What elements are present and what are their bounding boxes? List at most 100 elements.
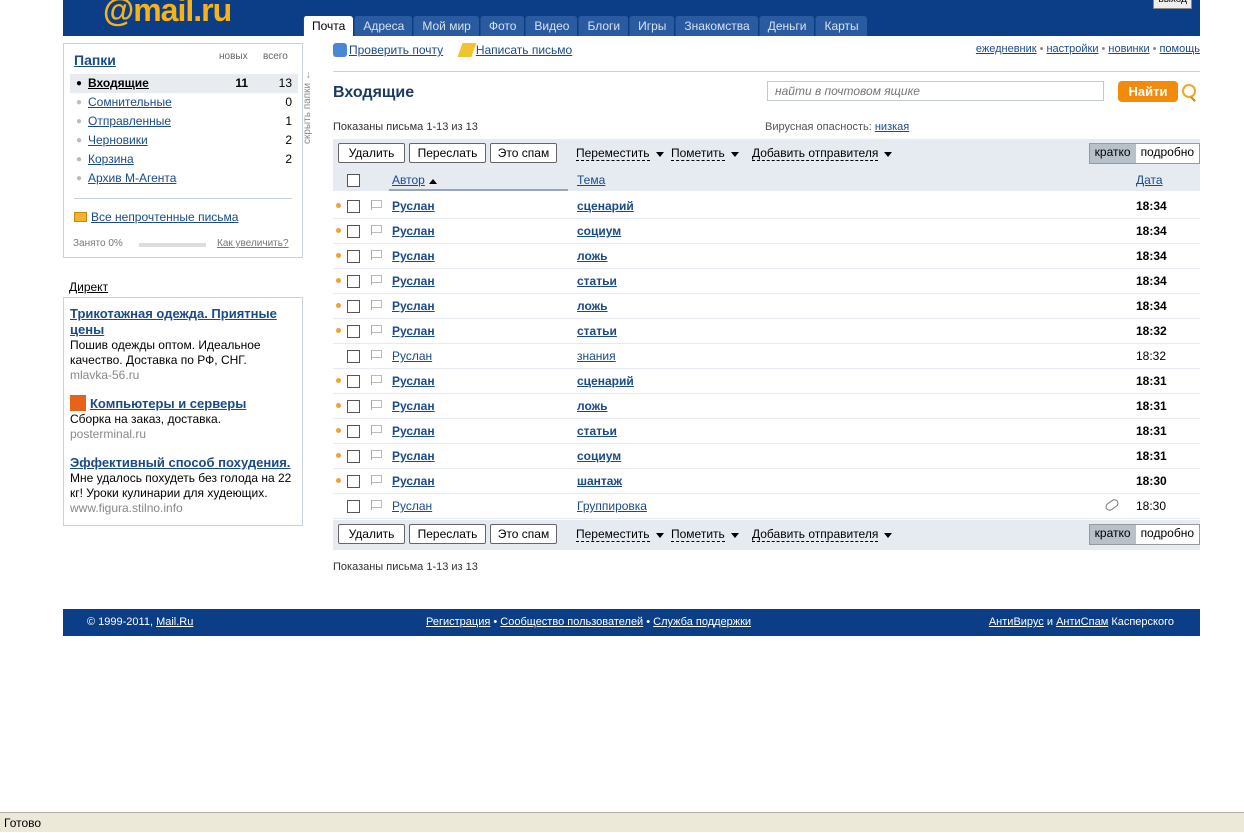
flag-icon[interactable] xyxy=(371,425,382,435)
row-checkbox[interactable] xyxy=(347,200,360,213)
message-subject[interactable]: сценарий xyxy=(577,374,634,388)
table-row[interactable]: Руслан социум 18:34 xyxy=(333,219,1200,244)
spam-button[interactable]: Это спам xyxy=(490,524,557,544)
sort-subject[interactable]: Тема xyxy=(577,173,605,187)
folder-trash[interactable]: ● Корзина 2 xyxy=(70,150,298,169)
folder-name[interactable]: Черновики xyxy=(88,131,148,150)
antispam-link[interactable]: АнтиСпам xyxy=(1056,616,1108,628)
ad-headline[interactable]: Трикотажная одежда. Приятные цены xyxy=(70,306,298,338)
folder-suspicious[interactable]: ● Сомнительные 0 xyxy=(70,93,298,112)
row-checkbox[interactable] xyxy=(347,425,360,438)
view-short[interactable]: кратко xyxy=(1089,144,1136,163)
hide-folders-toggle[interactable]: скрыть папки ← xyxy=(302,55,318,160)
flag-icon[interactable] xyxy=(371,475,382,485)
flag-icon[interactable] xyxy=(371,400,382,410)
mark-dropdown[interactable]: Пометить xyxy=(671,147,739,161)
select-all-checkbox[interactable] xyxy=(347,174,360,187)
table-row[interactable]: Руслан знания 18:32 xyxy=(333,344,1200,369)
tab-maps[interactable]: Карты xyxy=(815,16,867,36)
folder-agent-archive[interactable]: ● Архив М-Агента xyxy=(70,169,298,188)
folder-name[interactable]: Архив М-Агента xyxy=(88,169,176,188)
increase-storage-link[interactable]: Как увеличить? xyxy=(217,238,289,249)
message-subject[interactable]: ложь xyxy=(577,299,608,313)
tab-video[interactable]: Видео xyxy=(525,16,578,36)
write-letter-link[interactable]: Написать письмо xyxy=(476,43,572,57)
message-sender[interactable]: Руслан xyxy=(392,474,435,488)
table-row[interactable]: Руслан ложь 18:34 xyxy=(333,244,1200,269)
message-subject[interactable]: ложь xyxy=(577,249,608,263)
check-mail-link[interactable]: Проверить почту xyxy=(349,43,443,57)
message-sender[interactable]: Руслан xyxy=(392,249,435,263)
tab-games[interactable]: Игры xyxy=(629,16,675,36)
search-input[interactable] xyxy=(767,81,1104,101)
row-checkbox[interactable] xyxy=(347,275,360,288)
tab-dating[interactable]: Знакомства xyxy=(675,16,758,36)
row-checkbox[interactable] xyxy=(347,400,360,413)
move-dropdown[interactable]: Переместить xyxy=(576,147,663,161)
all-unread-link[interactable]: Все непрочтенные письма xyxy=(74,210,238,224)
forward-button[interactable]: Переслать xyxy=(409,143,486,163)
settings-link[interactable]: настройки xyxy=(1046,43,1098,55)
sort-date[interactable]: Дата xyxy=(1136,173,1163,187)
message-sender[interactable]: Руслан xyxy=(392,324,435,338)
registration-link[interactable]: Регистрация xyxy=(426,616,490,628)
row-checkbox[interactable] xyxy=(347,300,360,313)
message-subject[interactable]: статьи xyxy=(577,424,617,438)
flag-icon[interactable] xyxy=(371,375,382,385)
tab-money[interactable]: Деньги xyxy=(758,16,815,36)
folder-name[interactable]: Сомнительные xyxy=(88,93,172,112)
table-row[interactable]: Руслан сценарий 18:34 xyxy=(333,194,1200,219)
message-subject[interactable]: социум xyxy=(577,224,621,238)
delete-button[interactable]: Удалить xyxy=(338,524,405,544)
folder-sent[interactable]: ● Отправленные 1 xyxy=(70,112,298,131)
folder-name[interactable]: Отправленные xyxy=(88,112,171,131)
table-row[interactable]: Руслан социум 18:31 xyxy=(333,444,1200,469)
view-detailed[interactable]: подробно xyxy=(1136,144,1199,163)
message-subject[interactable]: сценарий xyxy=(577,199,634,213)
row-checkbox[interactable] xyxy=(347,225,360,238)
flag-icon[interactable] xyxy=(371,275,382,285)
message-subject[interactable]: статьи xyxy=(577,324,617,338)
folder-inbox[interactable]: ● Входящие 11 13 xyxy=(70,74,298,93)
message-sender[interactable]: Руслан xyxy=(392,499,432,513)
message-sender[interactable]: Руслан xyxy=(392,274,435,288)
message-sender[interactable]: Руслан xyxy=(392,299,435,313)
flag-icon[interactable] xyxy=(371,300,382,310)
message-sender[interactable]: Руслан xyxy=(392,374,435,388)
antivirus-link[interactable]: АнтиВирус xyxy=(989,616,1044,628)
message-sender[interactable]: Руслан xyxy=(392,199,435,213)
message-sender[interactable]: Руслан xyxy=(392,449,435,463)
support-link[interactable]: Служба поддержки xyxy=(653,616,751,628)
all-unread-label[interactable]: Все непрочтенные письма xyxy=(91,210,238,224)
tab-photo[interactable]: Фото xyxy=(479,16,525,36)
news-link[interactable]: новинки xyxy=(1108,43,1149,55)
flag-icon[interactable] xyxy=(371,325,382,335)
folder-drafts[interactable]: ● Черновики 2 xyxy=(70,131,298,150)
message-subject[interactable]: Группировка xyxy=(577,499,647,513)
exit-button[interactable]: выход xyxy=(1153,0,1192,9)
table-row[interactable]: Руслан статьи 18:34 xyxy=(333,269,1200,294)
calendar-link[interactable]: ежедневник xyxy=(976,43,1037,55)
message-sender[interactable]: Руслан xyxy=(392,349,432,363)
table-row[interactable]: Руслан ложь 18:34 xyxy=(333,294,1200,319)
direct-title[interactable]: Директ xyxy=(69,280,108,294)
message-sender[interactable]: Руслан xyxy=(392,224,435,238)
folders-title[interactable]: Папки xyxy=(74,52,116,68)
sort-author[interactable]: Автор xyxy=(392,173,425,187)
row-checkbox[interactable] xyxy=(347,450,360,463)
table-row[interactable]: Руслан сценарий 18:31 xyxy=(333,369,1200,394)
table-row[interactable]: Руслан статьи 18:32 xyxy=(333,319,1200,344)
forward-button[interactable]: Переслать xyxy=(409,524,486,544)
flag-icon[interactable] xyxy=(371,500,382,510)
ad-headline[interactable]: Эффективный способ похудения. xyxy=(70,455,298,471)
table-row[interactable]: Руслан шантаж 18:30 xyxy=(333,469,1200,494)
table-row[interactable]: Руслан ложь 18:31 xyxy=(333,394,1200,419)
flag-icon[interactable] xyxy=(371,225,382,235)
row-checkbox[interactable] xyxy=(347,375,360,388)
row-checkbox[interactable] xyxy=(347,475,360,488)
move-dropdown[interactable]: Переместить xyxy=(576,528,663,542)
message-subject[interactable]: статьи xyxy=(577,274,617,288)
row-checkbox[interactable] xyxy=(347,325,360,338)
help-link[interactable]: помощь xyxy=(1159,43,1200,55)
message-subject[interactable]: знания xyxy=(577,349,616,363)
